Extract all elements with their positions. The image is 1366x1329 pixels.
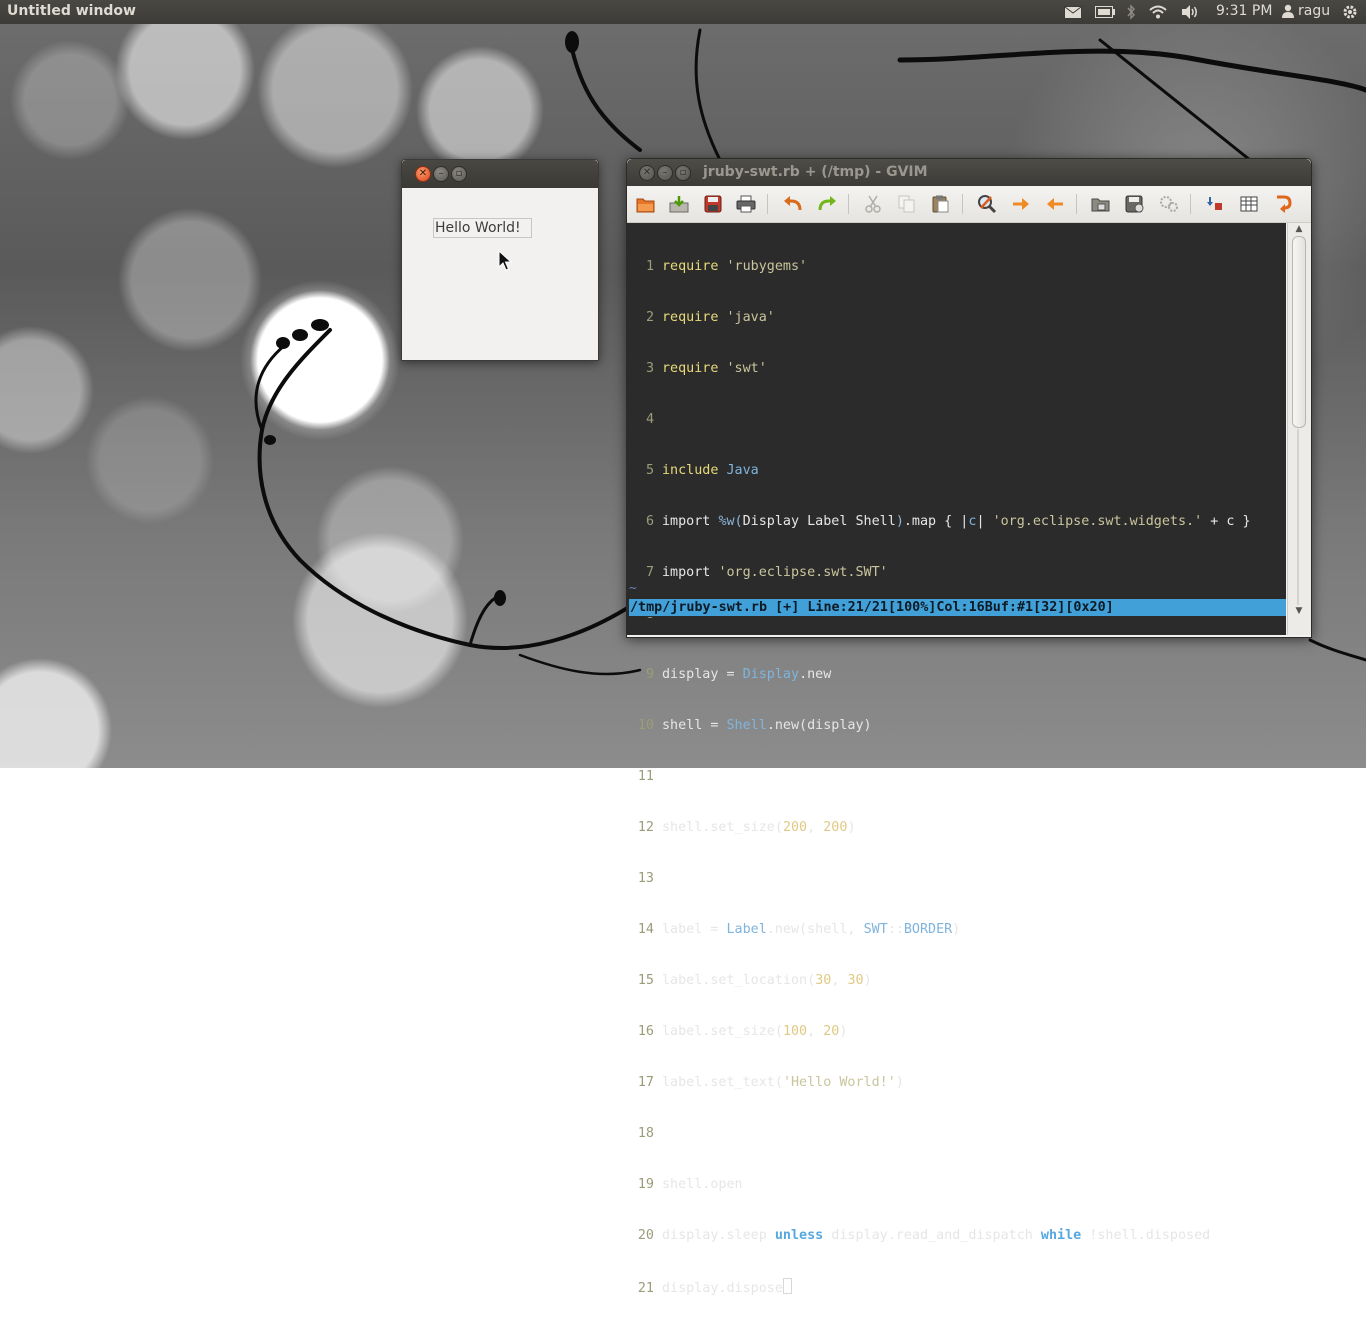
code-line: 1 require 'rubygems'	[645, 259, 808, 274]
code-line: 15 label.set_location(30, 30)	[637, 973, 872, 988]
jump-icon[interactable]	[1272, 193, 1294, 215]
undo-icon[interactable]	[782, 193, 804, 215]
scroll-track[interactable]	[1297, 429, 1299, 605]
toolbar-separator	[767, 194, 768, 214]
gvim-minimize-button[interactable]: –	[657, 165, 673, 181]
redo-icon[interactable]	[816, 193, 838, 215]
code-line: 20 display.sleep unless display.read_and_…	[637, 1228, 1211, 1243]
tags-icon[interactable]	[1238, 193, 1260, 215]
print-icon[interactable]	[735, 193, 757, 215]
code-line: 18	[637, 1126, 654, 1141]
gvim-window-title: jruby-swt.rb + (/tmp) - GVIM	[703, 164, 928, 180]
minimize-button[interactable]: –	[433, 166, 449, 182]
gvim-window: ✕ – ▫ jruby-swt.rb + (/tmp) - GVIM 1 req…	[626, 158, 1312, 1296]
user-icon	[1282, 4, 1294, 18]
user-menu[interactable]: ragu	[1282, 3, 1330, 19]
wifi-icon[interactable]	[1147, 0, 1169, 24]
vertical-scrollbar[interactable]: ▲ ▼	[1287, 223, 1311, 635]
toolbar-separator	[848, 194, 849, 214]
code-line: 5 include Java	[645, 463, 759, 478]
load-session-icon[interactable]	[1090, 193, 1112, 215]
maximize-button[interactable]: ▫	[451, 166, 467, 182]
code-line: 2 require 'java'	[645, 310, 775, 325]
volume-icon[interactable]	[1179, 0, 1201, 24]
code-line: 19 shell.open	[637, 1177, 743, 1192]
save-session-icon[interactable]	[1124, 193, 1146, 215]
toolbar-separator	[1076, 194, 1077, 214]
code-line: 6 import %w(Display Label Shell).map { |c…	[645, 514, 1251, 529]
vim-command-line[interactable]	[627, 618, 1286, 635]
minimize-icon: –	[662, 167, 668, 178]
find-prev-icon[interactable]	[1044, 193, 1066, 215]
open-icon[interactable]	[635, 193, 657, 215]
save-all-icon[interactable]	[702, 193, 724, 215]
mail-icon[interactable]	[1062, 0, 1084, 24]
code-line: 9 display = Display.new	[645, 667, 832, 682]
close-icon: ✕	[642, 167, 652, 178]
toolbar-separator	[1190, 194, 1191, 214]
gvim-titlebar[interactable]: ✕ – ▫ jruby-swt.rb + (/tmp) - GVIM	[627, 159, 1311, 186]
code-line: 7 import 'org.eclipse.swt.SWT'	[645, 565, 888, 580]
user-name: ragu	[1298, 3, 1331, 19]
close-button[interactable]: ✕	[415, 166, 431, 182]
find-next-icon[interactable]	[1010, 193, 1032, 215]
code-line: 12 shell.set_size(200, 200)	[637, 820, 856, 835]
code-line: 13	[637, 871, 654, 886]
swt-titlebar[interactable]: ✕ – ▫	[402, 160, 598, 188]
scroll-up-icon[interactable]: ▲	[1292, 223, 1306, 235]
code-line: 14 label = Label.new(shell, SWT::BORDER)	[637, 922, 961, 937]
cut-icon[interactable]	[862, 193, 884, 215]
toolbar-separator	[962, 194, 963, 214]
find-replace-icon[interactable]	[976, 193, 998, 215]
make-icon[interactable]	[1204, 193, 1226, 215]
code-line: 21 display.dispose	[627, 1278, 1286, 1296]
minimize-icon: –	[438, 168, 444, 179]
scroll-down-icon[interactable]: ▼	[1292, 605, 1306, 617]
bluetooth-icon[interactable]	[1123, 0, 1139, 24]
code-editor[interactable]: 1 require 'rubygems' 2 require 'java' 3 req…	[627, 223, 1286, 1296]
code-line: 11	[637, 769, 654, 784]
empty-line-marker: ~	[629, 581, 637, 596]
code-line: 17 label.set_text('Hello World!')	[637, 1075, 904, 1090]
gear-icon[interactable]	[1340, 0, 1360, 24]
scroll-thumb[interactable]	[1292, 236, 1306, 428]
copy-icon[interactable]	[896, 193, 918, 215]
text-cursor	[782, 1278, 792, 1294]
maximize-icon: ▫	[679, 167, 687, 178]
code-line: 16 label.set_size(100, 20)	[637, 1024, 848, 1039]
mouse-cursor-icon	[498, 250, 512, 271]
close-icon: ✕	[418, 168, 428, 179]
vim-statusline: /tmp/jruby-swt.rb [+] Line:21/21[100%]Co…	[629, 599, 1286, 616]
top-panel: Untitled window 9:31 PM ragu	[0, 0, 1366, 24]
code-line: 4	[645, 412, 654, 427]
hello-label: Hello World!	[433, 218, 532, 238]
gvim-toolbar	[627, 186, 1311, 223]
active-window-title: Untitled window	[7, 3, 136, 19]
code-buffer[interactable]: 1 require 'rubygems' 2 require 'java' 3 req…	[627, 224, 1286, 1329]
run-script-icon[interactable]	[1158, 193, 1180, 215]
paste-icon[interactable]	[930, 193, 952, 215]
gvim-close-button[interactable]: ✕	[639, 165, 655, 181]
code-line: 10 shell = Shell.new(display)	[637, 718, 872, 733]
code-line: 3 require 'swt'	[645, 361, 767, 376]
clock[interactable]: 9:31 PM	[1216, 3, 1272, 19]
maximize-icon: ▫	[455, 168, 463, 179]
gvim-maximize-button[interactable]: ▫	[675, 165, 691, 181]
battery-icon[interactable]	[1094, 0, 1116, 24]
save-icon[interactable]	[668, 193, 690, 215]
